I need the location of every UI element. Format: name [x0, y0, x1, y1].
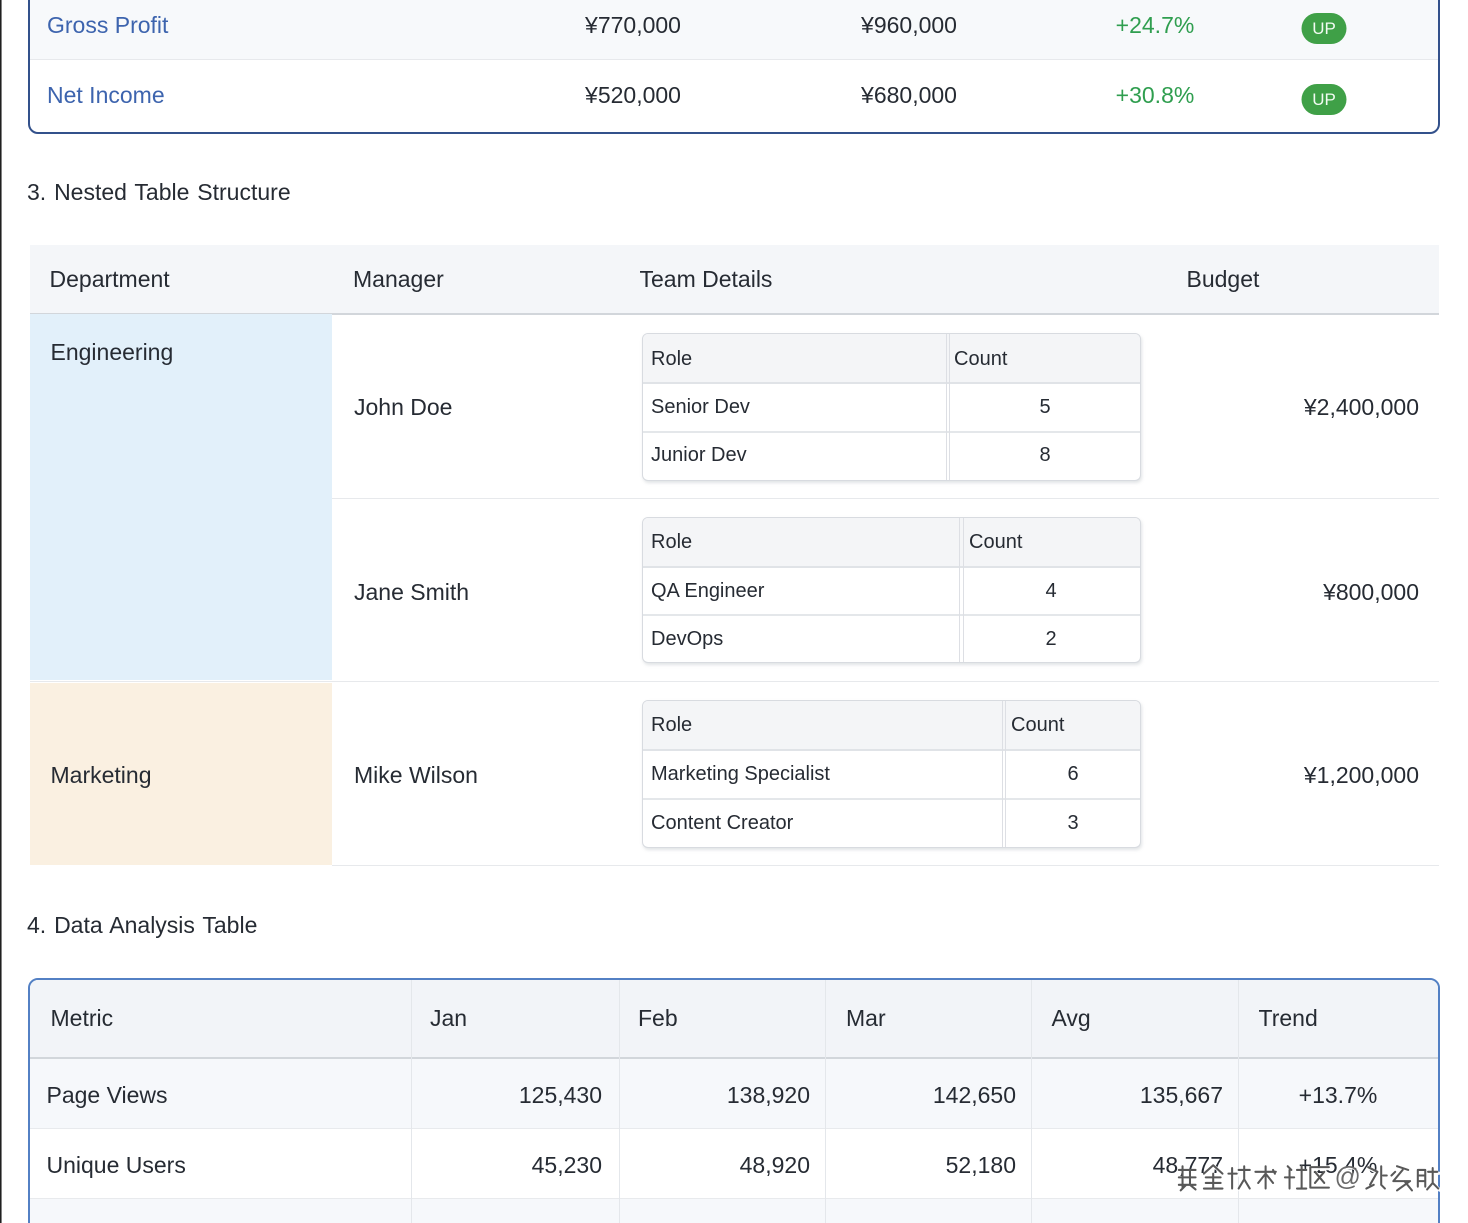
svg-text:@: @ [1335, 1161, 1361, 1191]
